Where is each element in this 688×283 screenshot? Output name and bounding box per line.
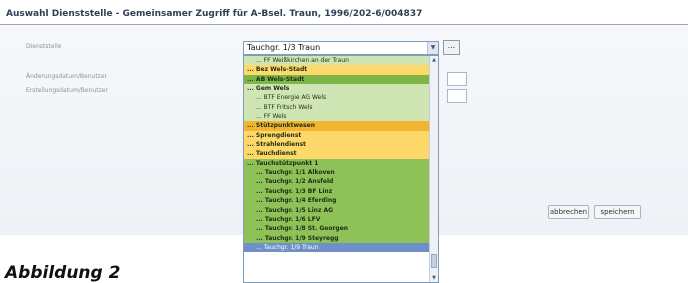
dropdown-option[interactable]: ... Tauchgr. 1/6 LFV (244, 214, 431, 225)
dienststelle-dropdown-list[interactable]: ... FF Weißkirchen an der Traun... Bez W… (243, 55, 439, 283)
dropdown-option[interactable]: ... Tauchstützpunkt 1 (244, 158, 431, 169)
chevron-down-icon[interactable]: ▼ (427, 42, 438, 54)
dropdown-option[interactable]: ... FF Weißkirchen an der Traun (244, 56, 431, 66)
chevron-up-icon[interactable]: ▲ (430, 56, 438, 64)
scrollbar-thumb[interactable] (431, 254, 437, 268)
dropdown-option[interactable]: ... Tauchgr. 1/3 BF Linz (244, 186, 431, 197)
dropdown-options: ... FF Weißkirchen an der Traun... Bez W… (244, 56, 438, 253)
figure-caption: Abbildung 2 (5, 263, 121, 283)
erstellung-label: Erstellungsdatum/Benutzer (26, 87, 108, 94)
dropdown-option[interactable]: ... BTF Fritsch Wels (244, 102, 431, 113)
dropdown-scrollbar[interactable]: ▲ ▼ (429, 56, 438, 282)
browse-button[interactable]: ... (443, 40, 460, 55)
dropdown-option[interactable]: ... Gem Wels (244, 84, 431, 94)
dropdown-option[interactable]: ... Tauchgr. 1/9 Steyregg (244, 233, 431, 243)
dropdown-option[interactable]: ... Stützpunktwesen (244, 121, 431, 131)
dienststelle-label: Dienststelle (26, 43, 62, 50)
save-button[interactable]: speichern (594, 205, 641, 219)
dropdown-option[interactable]: ... Bez Wels-Stadt (244, 65, 431, 75)
dropdown-option[interactable]: ... Tauchdienst (244, 149, 431, 159)
dropdown-option[interactable]: ... Tauchgr. 1/2 Ansfeld (244, 177, 431, 187)
cancel-button[interactable]: abbrechen (548, 205, 589, 219)
dropdown-option[interactable]: ... Tauchgr. 1/1 Alkoven (244, 168, 431, 178)
dropdown-option[interactable]: ... Tauchgr. 1/4 Eferding (244, 196, 431, 206)
dropdown-option[interactable]: ... Tauchgr. 1/5 Linz AG (244, 205, 431, 215)
chevron-down-icon[interactable]: ▼ (430, 274, 438, 282)
dropdown-option[interactable]: ... Strahlendienst (244, 140, 431, 150)
dropdown-option[interactable]: ... FF Wels (244, 112, 431, 122)
dropdown-option[interactable]: ... BTF Energie AG Wels (244, 93, 431, 103)
dropdown-option[interactable]: ... Tauchgr. 1/8 St. Georgen (244, 224, 431, 234)
aenderung-label: Änderungsdatum/Benutzer (26, 73, 107, 80)
dialog-title: Auswahl Dienststelle - Gemeinsamer Zugri… (6, 9, 423, 19)
selected-value: Tauchgr. 1/3 Traun (247, 43, 321, 52)
dienststelle-select[interactable]: Tauchgr. 1/3 Traun ▼ (243, 41, 439, 55)
dropdown-option[interactable]: ... Sprengdienst (244, 130, 431, 141)
dropdown-option[interactable]: ... AB Wels-Stadt (244, 74, 431, 85)
dropdown-option[interactable]: ... Tauchgr. 1/9 Traun (244, 242, 431, 253)
erstellung-field[interactable] (447, 89, 467, 103)
aenderung-field[interactable] (447, 72, 467, 86)
